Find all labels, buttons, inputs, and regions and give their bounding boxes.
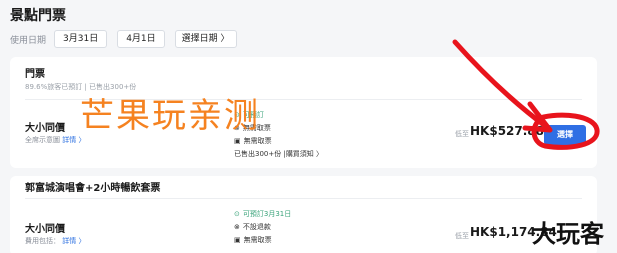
watermark-main: 芒果玩亲测 bbox=[80, 96, 260, 136]
annotation-arrow-icon bbox=[452, 39, 551, 131]
watermark-corner: 大玩客 bbox=[532, 220, 604, 248]
